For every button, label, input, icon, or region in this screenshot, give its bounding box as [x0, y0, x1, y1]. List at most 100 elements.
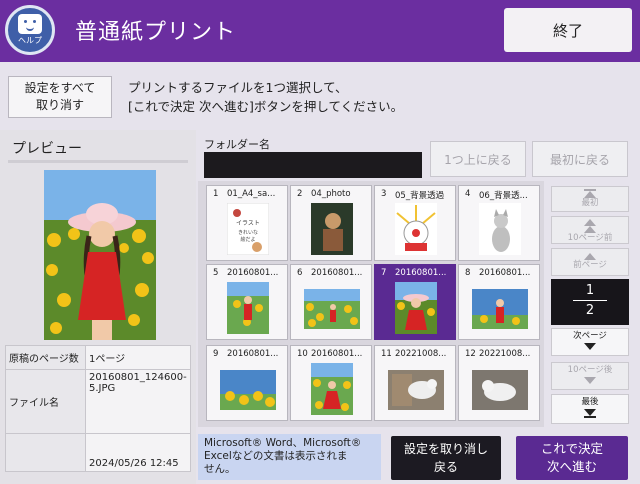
file-tile-selected[interactable]: 7 20160801... [374, 264, 456, 340]
file-name: 20160801... [395, 268, 447, 278]
pager-last-button[interactable]: 最後 [551, 394, 629, 424]
file-number: 10 [297, 349, 308, 359]
cancel-all-line2: 取り消す [35, 98, 84, 112]
info-key: 原稿のページ数 [5, 345, 86, 370]
pager-prev-label: 前ページ [573, 260, 607, 270]
file-thumbnail [311, 363, 353, 415]
page-current: 1 [585, 283, 595, 298]
help-button[interactable]: ヘルプ [5, 5, 55, 55]
file-number: 11 [381, 349, 392, 359]
pager-up-icon [584, 219, 596, 226]
file-name: 05_背景透過 [395, 191, 445, 201]
file-tile[interactable]: 12 20221008... [458, 345, 540, 421]
file-number: 3 [381, 189, 387, 199]
note-line1: Microsoft® Word、Microsoft® [204, 437, 362, 449]
file-name: 06_背景透... [479, 191, 528, 201]
go-up-button[interactable]: 1つ上に戻る [430, 141, 526, 177]
file-thumbnail [472, 289, 528, 329]
file-info-table: 原稿のページ数 1ページ ファイル名 20160801_124600-5.JPG… [5, 345, 191, 472]
cancel-all-settings-button[interactable]: 設定をすべて 取り消す [8, 76, 112, 118]
help-label: ヘルプ [18, 36, 42, 45]
file-tile[interactable]: 2 04_photo [290, 185, 372, 261]
cancel-all-line1: 設定をすべて [24, 81, 96, 95]
file-name: 20221008... [395, 349, 447, 359]
file-tile[interactable]: 9 20160801... [206, 345, 288, 421]
file-thumbnail [395, 282, 437, 334]
file-tile[interactable]: 6 20160801... [290, 264, 372, 340]
file-name: 01_A4_sa... [227, 189, 276, 199]
page-title: 普通紙プリント [75, 20, 237, 45]
file-tile[interactable]: 3 05_背景透過 [374, 185, 456, 261]
pager-fwd10-label: 10ページ後 [567, 365, 613, 375]
file-tile[interactable]: 1 01_A4_sa... イラストきれいな 絵だよ [206, 185, 288, 261]
page-total: 2 [585, 303, 595, 318]
folder-name-field [204, 152, 422, 178]
info-key [5, 433, 86, 472]
file-number: 2 [297, 189, 303, 199]
file-number: 1 [213, 189, 219, 199]
pager-fwd10-button[interactable]: 10ページ後 [551, 362, 629, 390]
preview-label: プレビュー [12, 141, 82, 157]
confirm-line1: これで決定 [540, 441, 604, 456]
confirm-line2: 次へ進む [546, 459, 597, 474]
pager-next-button[interactable]: 次ページ [551, 328, 629, 356]
pager-up-icon [584, 253, 596, 260]
confirm-next-button[interactable]: これで決定 次へ進む [516, 436, 628, 480]
file-thumbnail [227, 282, 269, 334]
pager-next-label: 次ページ [573, 331, 607, 341]
help-face-icon [18, 14, 42, 34]
svg-text:イラスト: イラスト [236, 220, 260, 227]
file-tile[interactable]: 4 06_背景透... [458, 185, 540, 261]
file-name: 20160801... [479, 268, 531, 278]
file-thumbnail [479, 203, 521, 255]
file-tile[interactable]: 11 20221008... [374, 345, 456, 421]
file-name: 20221008... [479, 349, 531, 359]
file-name: 04_photo [311, 189, 351, 199]
pager-last-label: 最後 [581, 397, 599, 407]
file-thumbnail [388, 370, 444, 410]
file-number: 4 [465, 189, 471, 199]
file-number: 5 [213, 268, 219, 278]
pager-prev-button[interactable]: 前ページ [551, 248, 629, 276]
pager-back10-label: 10ページ前 [567, 233, 613, 243]
file-name: 20160801... [311, 349, 363, 359]
file-name: 20160801... [227, 349, 279, 359]
file-thumbnail [304, 289, 360, 329]
file-tile[interactable]: 10 20160801... [290, 345, 372, 421]
file-tile[interactable]: 8 20160801... [458, 264, 540, 340]
page-indicator: 1 2 [551, 279, 629, 325]
file-thumbnail [472, 370, 528, 410]
instruction-line1: プリントするファイルを1つ選択して、 [128, 80, 348, 95]
cancel-back-line2: 戻る [433, 460, 458, 474]
end-button[interactable]: 終了 [504, 8, 632, 52]
pager-back10-button[interactable]: 10ページ前 [551, 216, 629, 244]
note-line3: せん。 [204, 463, 236, 475]
unsupported-files-note: Microsoft® Word、Microsoft® Excelなどの文書は表示… [198, 434, 381, 480]
cancel-and-back-button[interactable]: 設定を取り消し 戻る [391, 436, 501, 480]
pager-up-icon [584, 191, 596, 198]
svg-text:絵だよ: 絵だよ [240, 236, 255, 243]
go-to-first-button[interactable]: 最初に戻る [532, 141, 628, 177]
file-thumbnail [220, 370, 276, 410]
pager-bar-icon [584, 416, 596, 418]
info-value: 2024/05/26 12:45 [85, 433, 191, 472]
file-thumbnail [311, 203, 353, 255]
pager-first-button[interactable]: 最初 [551, 186, 629, 212]
page-divider [573, 300, 607, 301]
pager-down-icon [584, 377, 596, 384]
preview-divider [8, 160, 188, 163]
file-number: 9 [213, 349, 219, 359]
pager-first-label: 最初 [581, 198, 599, 208]
file-number: 8 [465, 268, 471, 278]
info-value: 1ページ [85, 345, 191, 370]
svg-text:きれいな: きれいな [238, 229, 258, 236]
file-name: 20160801... [311, 268, 363, 278]
cancel-back-line1: 設定を取り消し [403, 442, 488, 456]
file-number: 6 [297, 268, 303, 278]
pager-down-icon [584, 343, 596, 350]
file-tile[interactable]: 5 20160801... [206, 264, 288, 340]
file-thumbnail: イラストきれいな 絵だよ [227, 203, 269, 255]
pager-down-icon [584, 409, 596, 416]
pager-up-icon [584, 226, 596, 233]
instruction-text: プリントするファイルを1つ選択して、 [これで決定 次へ進む]ボタンを押してくだ… [128, 78, 403, 116]
